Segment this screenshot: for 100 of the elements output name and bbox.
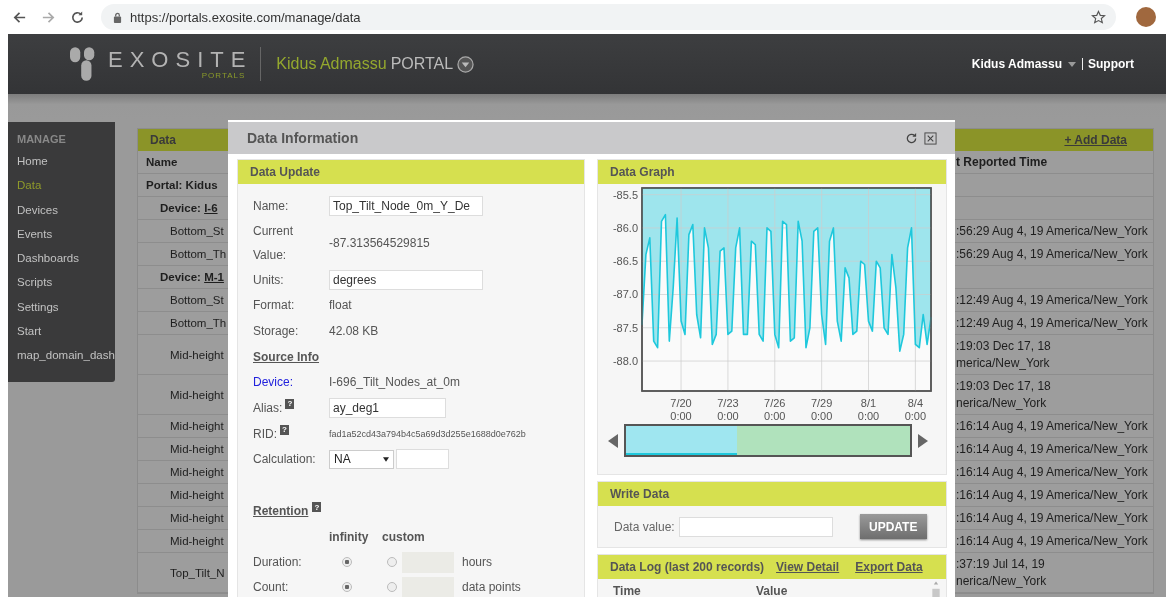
unit-label: hours [461, 555, 494, 570]
section-header: Write Data [598, 482, 946, 506]
table-cell-text: Bottom_St [169, 294, 225, 306]
y-tick-label: -88.0 [612, 355, 638, 368]
field-label: Count: [253, 579, 290, 597]
user-menu[interactable]: Kidus Admassu [971, 57, 1062, 71]
address-bar[interactable]: https://portals.exosite.com/manage/data [101, 4, 1116, 30]
support-link[interactable]: Support [1088, 57, 1134, 71]
section-header: Data Graph [598, 160, 946, 184]
column-header: Value [756, 584, 789, 597]
sidebar-item[interactable]: Scripts [17, 274, 115, 299]
field-value: 42.08 KB [329, 323, 379, 338]
table-cell-text: Mid-height [169, 512, 225, 524]
column-header: Name [145, 156, 179, 168]
radio-button[interactable] [342, 582, 352, 593]
field-label: Format: [253, 297, 296, 315]
name-input[interactable]: Top_Tilt_Node_0m_Y_De [329, 195, 483, 216]
sidebar-item[interactable]: Home [17, 153, 115, 178]
section-header: Data Update [238, 160, 584, 184]
table-cell-text: Mid-height [169, 535, 225, 547]
field-label: Data value: [614, 519, 675, 534]
dropdown-icon[interactable] [457, 55, 475, 73]
help-icon[interactable]: ? [312, 502, 322, 513]
field-label: Alias: [253, 399, 283, 417]
sidebar-item[interactable]: Dashboards [17, 250, 115, 275]
field-value: -87.313564529815 [329, 235, 430, 250]
radio-button[interactable] [387, 582, 397, 593]
table-cell-text: Mid-height [169, 489, 225, 501]
y-tick-label: -87.5 [612, 321, 638, 334]
portal-label: PORTAL [390, 55, 454, 73]
sidebar-heading: MANAGE [17, 133, 67, 147]
table-cell-text: Mid-height [169, 466, 225, 478]
unit-label: data points [461, 580, 522, 595]
calculation-select[interactable]: NA [329, 449, 394, 469]
x-tick-label: 7/23 0:00 [717, 397, 739, 422]
table-title: Data [150, 133, 176, 147]
field-label: RID: [253, 425, 277, 443]
column-header: custom [382, 530, 426, 545]
column-header: t Reported Time [956, 153, 1049, 171]
sidebar-item[interactable]: map_domain_dash [17, 347, 115, 372]
sidebar-item[interactable]: Data [17, 177, 115, 202]
star-icon[interactable] [1091, 9, 1106, 25]
field-label: Duration: [253, 554, 303, 572]
right-arrow-icon[interactable] [918, 433, 928, 448]
range-navigator[interactable] [624, 424, 912, 457]
table-cell-text: :16:14 Aug 4, 19 America/New_York [956, 417, 1149, 435]
close-icon[interactable] [924, 131, 937, 145]
table-cell-text: :12:49 Aug 4, 19 America/New_York [956, 291, 1149, 309]
help-icon[interactable]: ? [280, 424, 289, 435]
scrollbar[interactable] [930, 580, 942, 597]
x-tick-label: 8/4 0:00 [904, 397, 927, 422]
table-cell-text: :19:03 Dec 17, 18 nerica/New_York [956, 377, 1052, 412]
radio-button[interactable] [342, 557, 352, 568]
view-detail-link[interactable]: View Detail [776, 560, 840, 574]
portal-owner: Kidus Admassu [276, 55, 387, 73]
x-tick-label: 7/29 0:00 [810, 397, 833, 422]
help-icon[interactable]: ? [285, 398, 295, 409]
units-input[interactable]: degrees [329, 269, 483, 290]
calculation-input[interactable] [396, 449, 449, 470]
table-cell-text: Mid-height [169, 443, 225, 455]
sidebar-item[interactable]: Settings [17, 298, 115, 324]
y-tick-label: -86.5 [612, 255, 638, 268]
add-data-link[interactable]: + Add Data [1064, 133, 1127, 147]
table-cell-text: Bottom_Th [169, 317, 228, 329]
table-cell-text: :12:49 Aug 4, 19 America/New_York [956, 314, 1149, 332]
device-label: Device: [160, 202, 201, 214]
field-value: I-696_Tilt_Nodes_at_0m [329, 375, 460, 390]
left-arrow-icon[interactable] [608, 433, 618, 448]
table-cell-text: Top_Tilt_N [169, 566, 226, 579]
device-link[interactable]: Device: [253, 370, 293, 395]
table-cell-text: :56:29 Aug 4, 19 America/New_York [956, 245, 1149, 263]
device-link[interactable]: I-6 [204, 202, 218, 214]
export-data-link[interactable]: Export Data [855, 560, 923, 574]
avatar[interactable] [1136, 7, 1156, 27]
logo-subtext: PORTALS [201, 70, 246, 80]
alias-input[interactable]: ay_deg1 [329, 397, 446, 418]
field-label: Storage: [253, 322, 300, 340]
sidebar-item[interactable]: Events [17, 225, 115, 251]
caret-icon[interactable] [383, 456, 389, 462]
sidebar-item[interactable]: Devices [17, 201, 115, 226]
table-cell-text: :16:14 Aug 4, 19 America/New_York [956, 440, 1149, 458]
reload-icon[interactable] [70, 9, 85, 25]
table-cell-text: :16:14 Aug 4, 19 America/New_York [956, 463, 1149, 481]
device-link[interactable]: M-1 [204, 271, 224, 283]
y-tick-label: -86.0 [612, 221, 638, 234]
field-label: Name: [253, 197, 290, 215]
x-tick-label: 7/20 0:00 [670, 397, 692, 422]
x-tick-label: 7/26 0:00 [764, 397, 786, 422]
column-header: Time [613, 584, 642, 597]
section-heading: Retention [253, 504, 309, 519]
section-heading: Source Info [253, 349, 319, 364]
radio-button[interactable] [387, 557, 397, 568]
sidebar-item[interactable]: Start [17, 323, 115, 348]
table-cell-text: :16:14 Aug 4, 19 America/New_York [956, 509, 1149, 527]
update-button[interactable]: UPDATE [859, 514, 927, 539]
x-tick-label: 8/1 0:00 [857, 397, 880, 422]
table-cell-text: Bottom_Th [169, 248, 228, 260]
refresh-icon[interactable] [905, 131, 918, 145]
dialog-title: Data Information [247, 130, 360, 146]
data-value-input[interactable] [678, 516, 833, 537]
